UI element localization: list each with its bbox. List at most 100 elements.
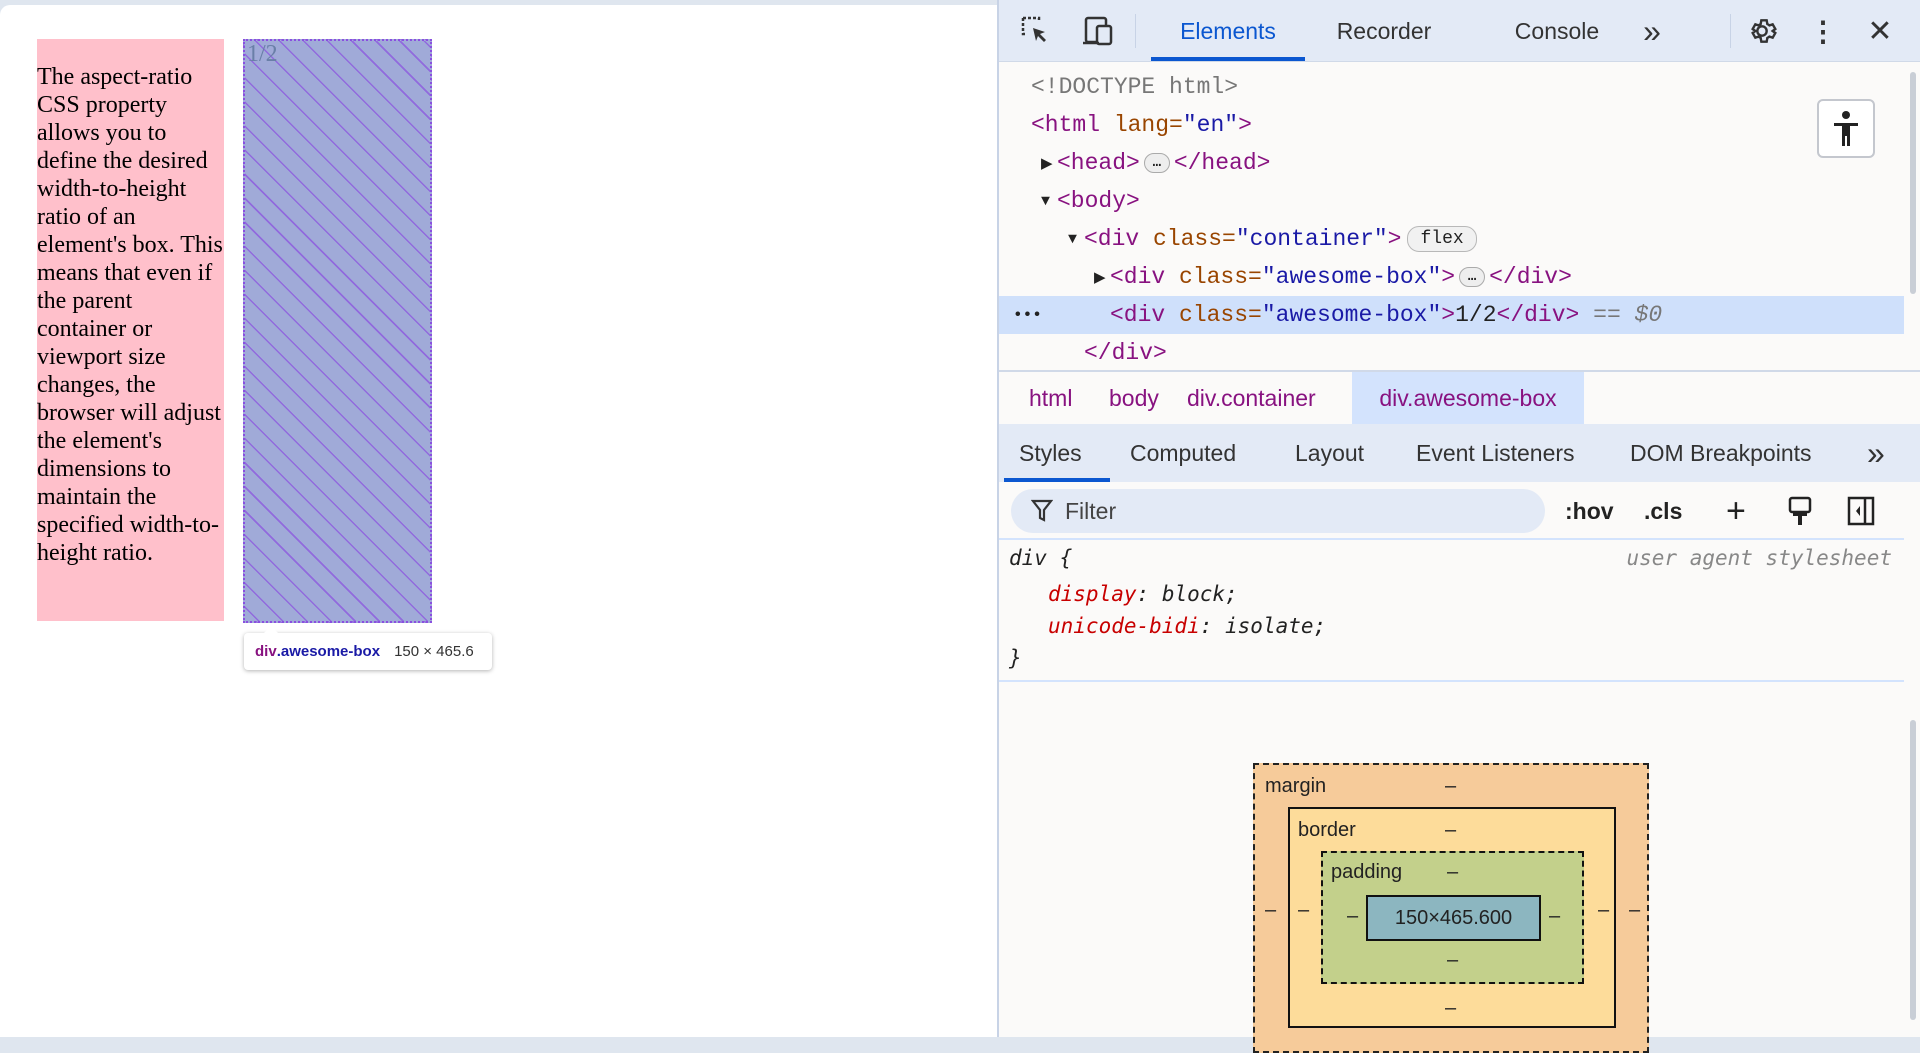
breadcrumb-div-awesome-box[interactable]: div.awesome-box <box>1352 372 1584 424</box>
margin-label: margin <box>1265 775 1327 797</box>
device-toolbar-icon[interactable] <box>1079 0 1117 62</box>
tag: > <box>1441 264 1456 290</box>
tab-layout[interactable]: Layout <box>1295 424 1364 482</box>
styles-tabs: Styles Computed Layout Event Listeners D… <box>999 424 1920 482</box>
margin-left-value[interactable]: – <box>1265 899 1276 922</box>
expand-triangle-icon[interactable]: ▶ <box>1041 154 1057 173</box>
styles-filter-bar: Filter :hov .cls + <box>999 482 1904 540</box>
toggle-sidebar-icon[interactable] <box>1847 489 1875 533</box>
box-model-padding[interactable]: padding – – – – 150×465.600 <box>1321 851 1584 984</box>
tag: <html <box>1031 112 1101 138</box>
value: "en" <box>1182 112 1239 138</box>
tree-row-body[interactable]: ▼ <body> <box>999 182 1904 220</box>
tab-recorder[interactable]: Recorder <box>1317 0 1451 62</box>
padding-right-value[interactable]: – <box>1549 905 1560 928</box>
breadcrumb-div-container[interactable]: div.container <box>1175 372 1328 424</box>
border-label: border <box>1298 819 1356 841</box>
tab-elements[interactable]: Elements <box>1151 0 1305 62</box>
rule-selector[interactable]: div { <box>1009 546 1072 570</box>
padding-label: padding <box>1331 861 1403 883</box>
doctype-text: <!DOCTYPE html> <box>1031 74 1239 100</box>
tag: <div <box>1110 264 1166 290</box>
declaration-unicode-bidi[interactable]: unicode-bidi: isolate; <box>1048 614 1326 638</box>
padding-left-value[interactable]: – <box>1347 905 1358 928</box>
box-text: 1/2 <box>247 41 278 67</box>
margin-top-value[interactable]: – <box>1445 775 1456 798</box>
ellipsis-button[interactable]: … <box>1459 267 1486 287</box>
breadcrumb: html body div.container div.awesome-box <box>999 370 1920 424</box>
box-model-margin[interactable]: margin – – – border – – – – padding – – … <box>1253 763 1649 1053</box>
text-node: 1/2 <box>1455 302 1497 328</box>
breadcrumb-html[interactable]: html <box>1017 372 1084 424</box>
css-rule: div { user agent stylesheet display: blo… <box>999 540 1904 682</box>
flex-badge[interactable]: flex <box>1407 226 1477 252</box>
ellipsis-button[interactable]: … <box>1143 153 1170 173</box>
new-rule-plus-icon[interactable]: + <box>1726 489 1746 533</box>
settings-gear-icon[interactable] <box>1744 0 1780 62</box>
paint-brush-icon[interactable] <box>1787 489 1813 533</box>
tree-row-head[interactable]: ▶ <head>… </head> <box>999 144 1904 182</box>
attr: class= <box>1165 264 1262 290</box>
hov-button[interactable]: :hov <box>1565 489 1614 533</box>
value: "awesome-box" <box>1261 264 1442 290</box>
value: "awesome-box" <box>1261 302 1442 328</box>
page-viewport: The aspect-ratio CSS property allows you… <box>0 5 997 1037</box>
more-tabs-chevron-icon[interactable]: » <box>1867 424 1885 482</box>
tab-computed[interactable]: Computed <box>1130 424 1236 482</box>
property-value: block <box>1161 582 1226 606</box>
rule-close-brace: } <box>1009 646 1022 670</box>
dom-tree: <!DOCTYPE html> <html lang= "en" > ▶ <head>… <box>999 68 1904 368</box>
attr: class= <box>1139 226 1236 252</box>
tab-styles[interactable]: Styles <box>1019 424 1082 482</box>
breadcrumb-body[interactable]: body <box>1097 372 1171 424</box>
border-right-value[interactable]: – <box>1598 899 1609 922</box>
tag: > <box>1441 302 1456 328</box>
tree-scrollbar[interactable] <box>1910 72 1916 294</box>
collapse-triangle-icon[interactable]: ▼ <box>1068 231 1084 248</box>
tag: <div <box>1084 226 1140 252</box>
tag: </div> <box>1084 340 1167 366</box>
tab-event-listeners[interactable]: Event Listeners <box>1416 424 1575 482</box>
margin-right-value[interactable]: – <box>1629 899 1640 922</box>
styles-scrollbar[interactable] <box>1910 720 1916 1020</box>
cls-button[interactable]: .cls <box>1644 489 1682 533</box>
devtools-toolbar: Elements Recorder Console » ⋮ ✕ <box>999 0 1920 62</box>
tree-row-div-close[interactable]: </div> <box>999 334 1904 372</box>
tooltip-size: 150 × 465.6 <box>394 643 474 660</box>
padding-bottom-value[interactable]: – <box>1447 949 1458 972</box>
tree-row-awesome-box-2-selected[interactable]: ••• <div class= "awesome-box" >1/2 </div> ==… <box>999 296 1904 334</box>
declaration-display[interactable]: display: block; <box>1048 582 1238 606</box>
tag: <body> <box>1057 188 1140 214</box>
devtools-panel: Elements Recorder Console » ⋮ ✕ <!DOCTYP… <box>997 0 1920 1053</box>
filter-funnel-icon <box>1031 499 1053 522</box>
value: "container" <box>1235 226 1388 252</box>
accessibility-person-icon <box>1834 110 1858 146</box>
row-menu-dots-icon[interactable]: ••• <box>1013 306 1042 324</box>
padding-top-value[interactable]: – <box>1447 861 1458 884</box>
awesome-box-highlighted[interactable]: 1/2 <box>243 39 432 623</box>
filter-input[interactable]: Filter <box>1011 489 1545 533</box>
tree-row-doctype[interactable]: <!DOCTYPE html> <box>999 68 1904 106</box>
tree-row-html[interactable]: <html lang= "en" > <box>999 106 1904 144</box>
box-model-content[interactable]: 150×465.600 <box>1366 895 1541 941</box>
inspect-element-icon[interactable] <box>1019 0 1053 62</box>
box-model-border[interactable]: border – – – – padding – – – – 150×465.6… <box>1288 807 1616 1028</box>
tree-row-container[interactable]: ▼ <div class= "container" > flex <box>999 220 1904 258</box>
tag: </head> <box>1173 150 1271 176</box>
property-name: unicode-bidi <box>1048 614 1200 638</box>
tree-row-awesome-box-1[interactable]: ▶ <div class= "awesome-box" >… </div> <box>999 258 1904 296</box>
border-left-value[interactable]: – <box>1298 899 1309 922</box>
border-bottom-value[interactable]: – <box>1445 997 1456 1020</box>
tab-dom-breakpoints[interactable]: DOM Breakpoints <box>1630 424 1812 482</box>
close-icon[interactable]: ✕ <box>1865 0 1895 62</box>
kebab-menu-icon[interactable]: ⋮ <box>1809 0 1837 62</box>
more-tabs-chevron-icon[interactable]: » <box>1634 0 1670 62</box>
tag: > <box>1387 226 1402 252</box>
accessibility-tree-button[interactable] <box>1817 99 1875 158</box>
tab-console[interactable]: Console <box>1499 0 1615 62</box>
tag: </div> <box>1496 302 1580 328</box>
expand-triangle-icon[interactable]: ▶ <box>1094 268 1110 287</box>
collapse-triangle-icon[interactable]: ▼ <box>1041 193 1057 210</box>
border-top-value[interactable]: – <box>1445 819 1456 842</box>
paragraph: The aspect-ratio CSS property allows you… <box>37 64 223 566</box>
